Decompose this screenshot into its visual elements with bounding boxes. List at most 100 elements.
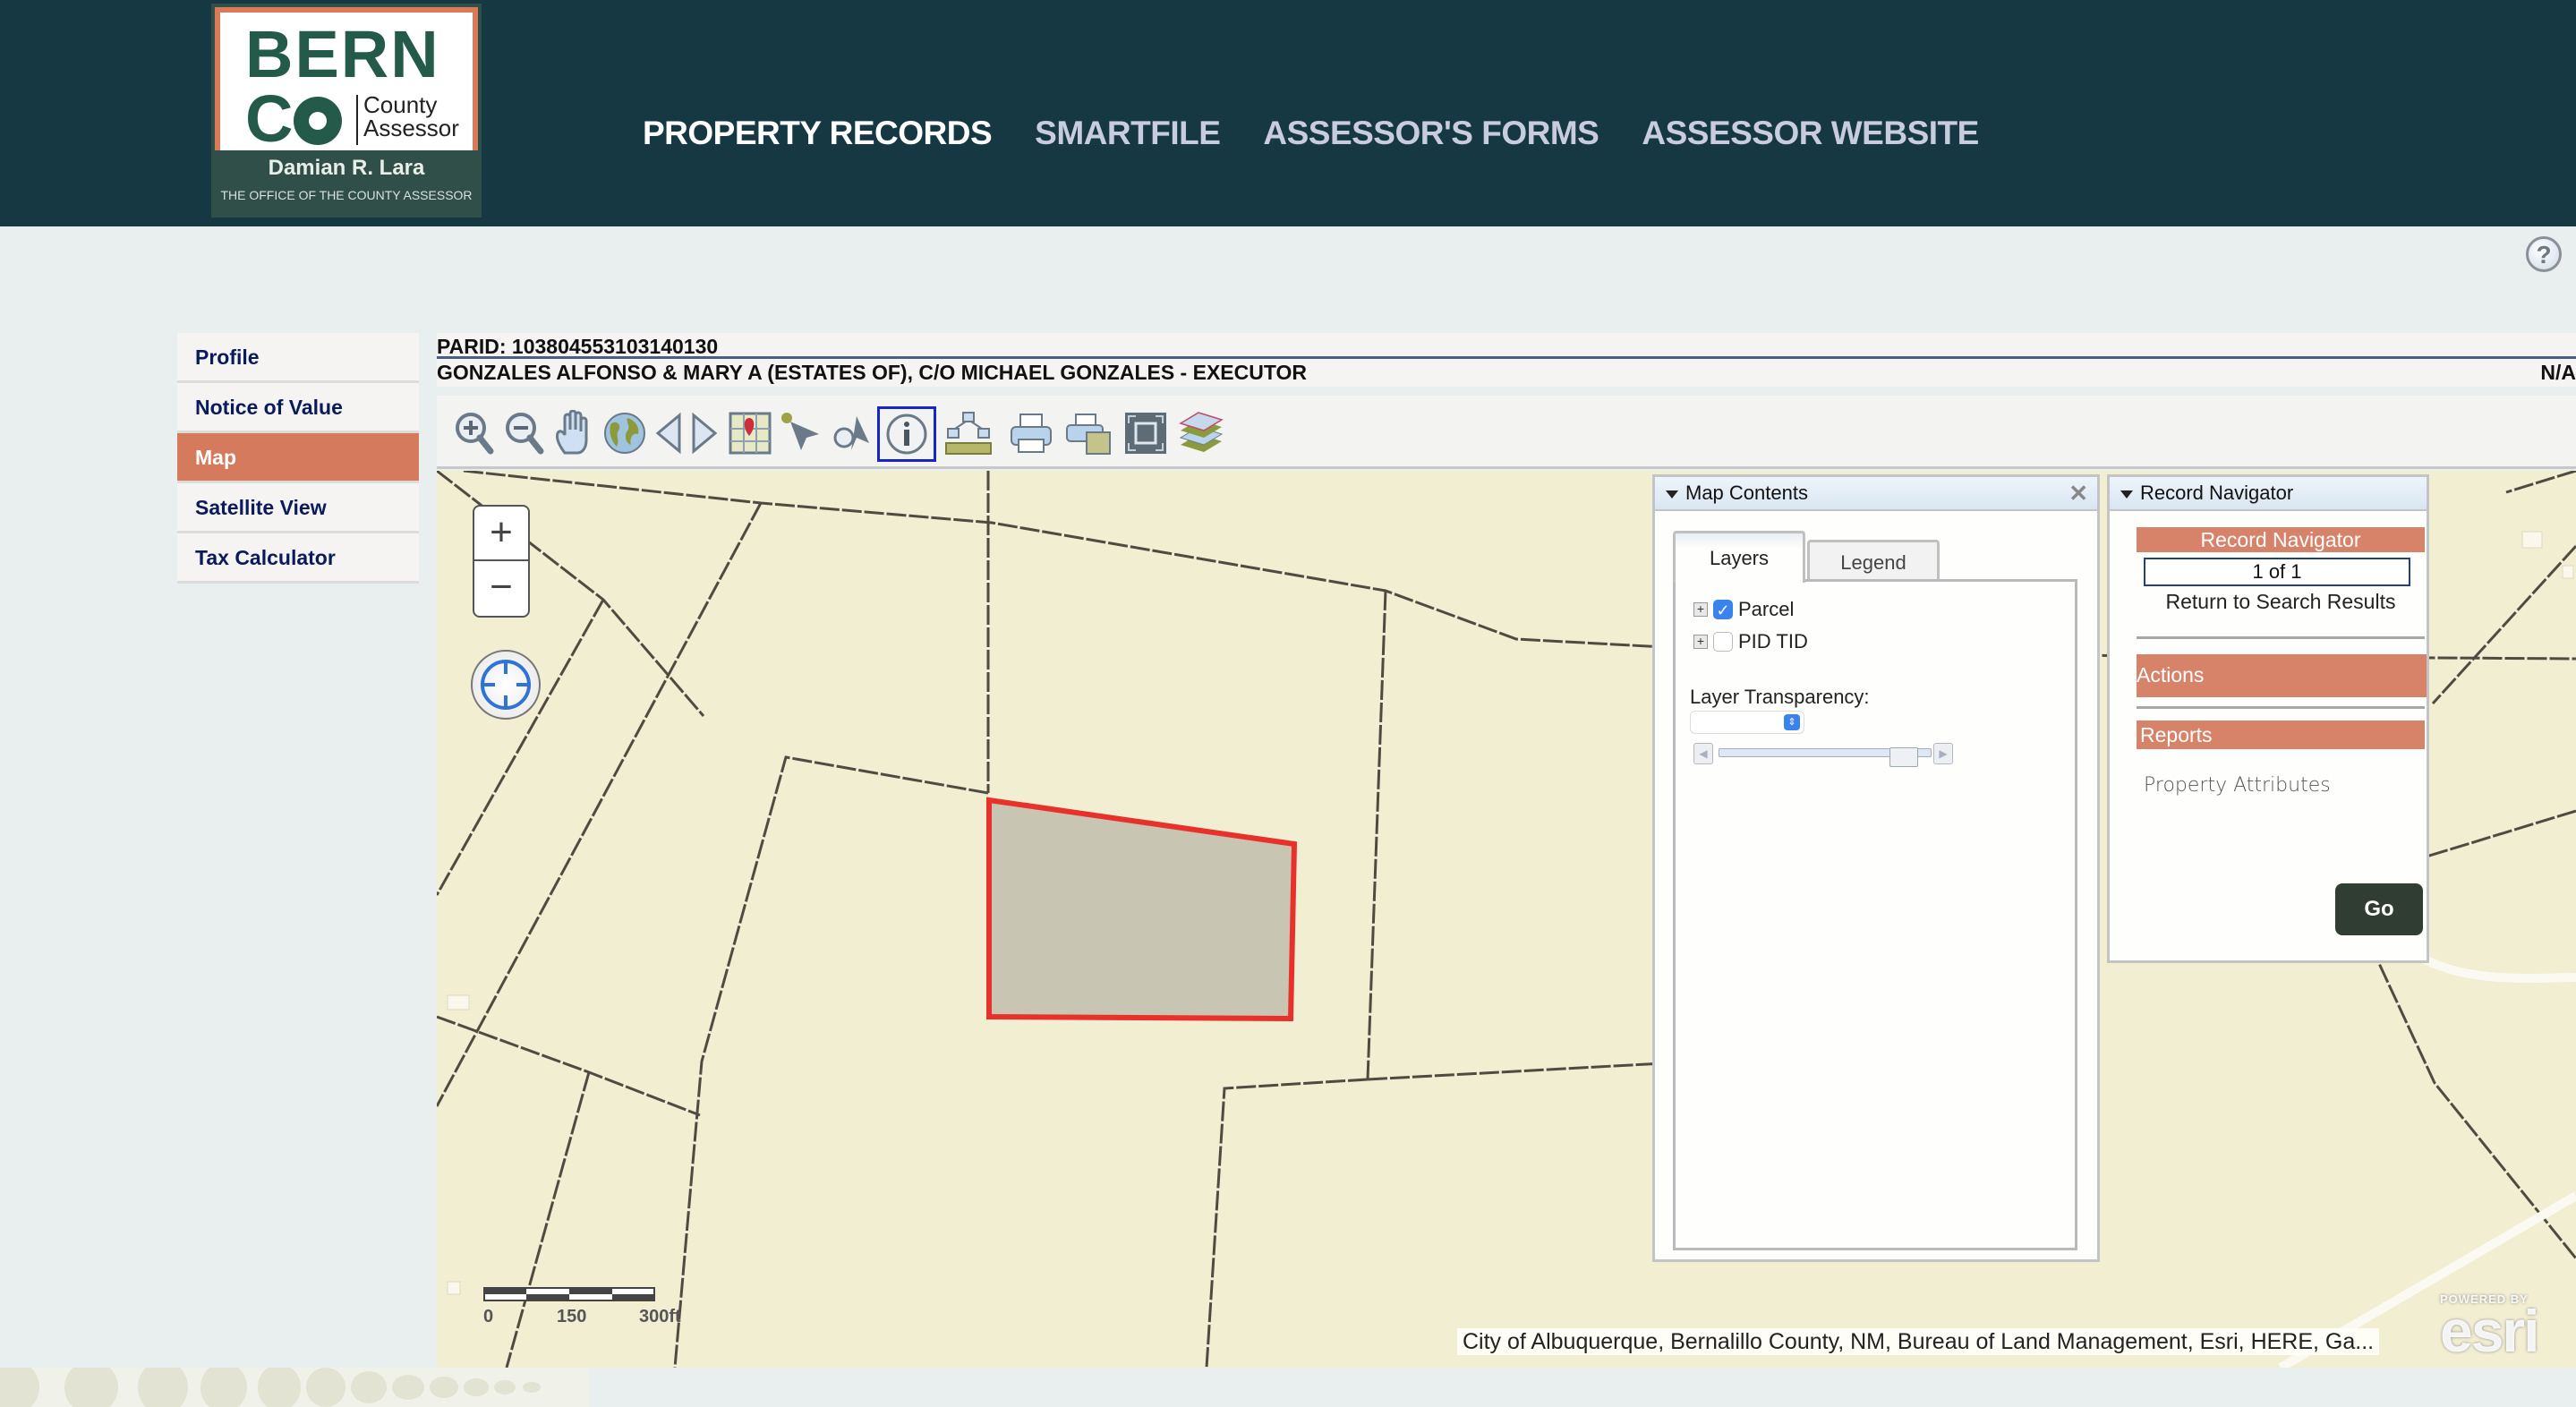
- layers-tab-panel: + ✓ Parcel + PID TID Layer Transparency:…: [1673, 579, 2077, 1250]
- sidebar-item-profile[interactable]: Profile: [177, 333, 419, 383]
- record-navigator-header[interactable]: Record Navigator: [2110, 477, 2427, 511]
- help-icon[interactable]: ?: [2526, 236, 2562, 272]
- nav-smartfile[interactable]: SMARTFILE: [1035, 115, 1221, 152]
- slider-left-arrow[interactable]: ◀: [1693, 743, 1713, 764]
- layer-name: PID TID: [1738, 630, 1808, 652]
- esri-wordmark: esri: [2440, 1298, 2539, 1364]
- reports-header[interactable]: Reports: [2137, 721, 2425, 749]
- nav-property-records[interactable]: PROPERTY RECORDS: [643, 115, 993, 152]
- logo-county-word: County: [363, 91, 438, 118]
- nav-assessor-website[interactable]: ASSESSOR WEBSITE: [1642, 115, 1979, 152]
- printer-icon: [1011, 414, 1052, 453]
- go-button[interactable]: Go: [2335, 883, 2423, 935]
- nav-assessors-forms[interactable]: ASSESSOR'S FORMS: [1263, 115, 1599, 152]
- hand-icon: [556, 410, 588, 455]
- next-extent-tool[interactable]: [687, 408, 723, 458]
- footer-decoration: [0, 1368, 589, 1407]
- actions-header[interactable]: Actions: [2137, 654, 2427, 697]
- tab-layers[interactable]: Layers: [1673, 531, 1805, 583]
- expand-icon[interactable]: +: [1693, 635, 1708, 649]
- pan-tool[interactable]: [550, 408, 600, 458]
- crosshair-icon: [481, 660, 531, 710]
- select-arrows-icon: ⇕: [1784, 714, 1800, 730]
- record-header: PARID: 103804553103140130 GONZALES ALFON…: [437, 333, 2576, 387]
- transparency-layer-select[interactable]: ⇕: [1690, 711, 1804, 734]
- info-icon: [886, 414, 927, 455]
- slider-track[interactable]: [1719, 747, 1932, 767]
- layer-transparency-label: Layer Transparency:: [1690, 686, 1870, 708]
- identify-tool[interactable]: [877, 406, 936, 462]
- map-contents-panel: Map Contents ✕ Layers Legend + ✓ Parcel …: [1652, 474, 2100, 1262]
- logo-c-letter: C: [245, 81, 294, 156]
- export-tool[interactable]: [1063, 408, 1113, 458]
- tab-legend[interactable]: Legend: [1807, 540, 1940, 581]
- transparency-slider[interactable]: ◀ ▶: [1693, 743, 1953, 767]
- sidebar-item-map[interactable]: Map: [177, 433, 419, 483]
- logo-county-text: County Assessor: [363, 93, 459, 140]
- measure-tool[interactable]: [943, 408, 994, 458]
- header-divider: [437, 356, 2576, 359]
- record-navigator-title: Record Navigator: [2140, 482, 2294, 504]
- scale-bar: 0 150 300ft: [482, 1285, 681, 1326]
- parcel-map[interactable]: + − 0 150 300ft City of Albuquerque, Ber…: [437, 471, 2576, 1368]
- record-sidebar: Profile Notice of Value Map Satellite Vi…: [177, 333, 419, 584]
- record-status: N/A: [2540, 361, 2576, 384]
- layer-checkbox-pid-tid[interactable]: [1713, 632, 1733, 652]
- slider-thumb[interactable]: [1889, 747, 1918, 767]
- map-contents-header[interactable]: Map Contents ✕: [1655, 477, 2097, 511]
- arrow-right-icon: [692, 412, 718, 455]
- print-tool[interactable]: [1006, 408, 1056, 458]
- logo-divider: [356, 95, 358, 145]
- zoom-out-tool[interactable]: [499, 408, 550, 458]
- office-name: THE OFFICE OF THE COUNTY ASSESSOR: [220, 188, 473, 202]
- slider-right-arrow[interactable]: ▶: [1933, 743, 1953, 764]
- map-zoom-in-button[interactable]: +: [474, 507, 528, 561]
- site-header: BERN C County Assessor Damian R. Lara TH…: [0, 0, 2576, 226]
- esri-logo[interactable]: POWERED BY esri: [2440, 1292, 2539, 1364]
- map-zoom-out-button[interactable]: −: [474, 561, 528, 616]
- bernco-logo[interactable]: BERN C County Assessor Damian R. Lara TH…: [211, 4, 482, 217]
- map-toolbar: [437, 396, 2576, 469]
- layers-icon: [1179, 412, 1224, 452]
- locate-button[interactable]: [471, 650, 541, 720]
- map-attribution[interactable]: City of Albuquerque, Bernalillo County, …: [1457, 1328, 2380, 1355]
- sidebar-item-notice-of-value[interactable]: Notice of Value: [177, 383, 419, 433]
- collapse-caret-icon[interactable]: [1666, 490, 1678, 499]
- globe-icon: [604, 413, 645, 454]
- basemap-layers-tool[interactable]: [1176, 408, 1226, 458]
- expand-icon[interactable]: +: [1693, 602, 1708, 617]
- divider: [2137, 636, 2425, 639]
- select-tool[interactable]: [777, 408, 827, 458]
- locate-address-tool[interactable]: [725, 408, 775, 458]
- zoom-in-tool[interactable]: [449, 408, 499, 458]
- report-select[interactable]: Property Attributes: [2144, 774, 2331, 797]
- buffer-select-icon: [833, 416, 869, 450]
- record-count: 1 of 1: [2144, 558, 2410, 586]
- close-icon[interactable]: ✕: [2068, 477, 2088, 509]
- return-to-search-link[interactable]: Return to Search Results: [2137, 590, 2425, 614]
- scale-label-0: 0: [483, 1307, 494, 1326]
- scale-bar-graphic: [483, 1287, 655, 1301]
- record-navigator-panel: Record Navigator Record Navigator 1 of 1…: [2107, 474, 2429, 963]
- logo-mark: BERN C County Assessor: [215, 7, 478, 152]
- layer-checkbox-parcel[interactable]: ✓: [1713, 600, 1733, 619]
- fullscreen-icon: [1125, 413, 1166, 454]
- arrow-left-icon: [655, 412, 681, 455]
- zoom-in-icon: [456, 413, 494, 455]
- full-extent-tool[interactable]: [600, 408, 650, 458]
- logo-co-text: C: [245, 86, 293, 152]
- export-icon: [1066, 414, 1111, 455]
- sidebar-item-satellite-view[interactable]: Satellite View: [177, 483, 419, 533]
- map-contents-title: Map Contents: [1685, 482, 1808, 504]
- select-by-buffer-tool[interactable]: [827, 408, 877, 458]
- previous-extent-tool[interactable]: [650, 408, 686, 458]
- logo-bern-text: BERN: [245, 17, 440, 91]
- collapse-caret-icon[interactable]: [2120, 490, 2133, 499]
- dot-pattern: [0, 1368, 541, 1407]
- measure-icon: [945, 412, 992, 455]
- official-name: Damian R. Lara: [268, 156, 425, 180]
- fullscreen-tool[interactable]: [1121, 408, 1171, 458]
- selected-parcel: [986, 797, 1298, 1022]
- sidebar-item-tax-calculator[interactable]: Tax Calculator: [177, 533, 419, 584]
- layer-name: Parcel: [1738, 598, 1795, 620]
